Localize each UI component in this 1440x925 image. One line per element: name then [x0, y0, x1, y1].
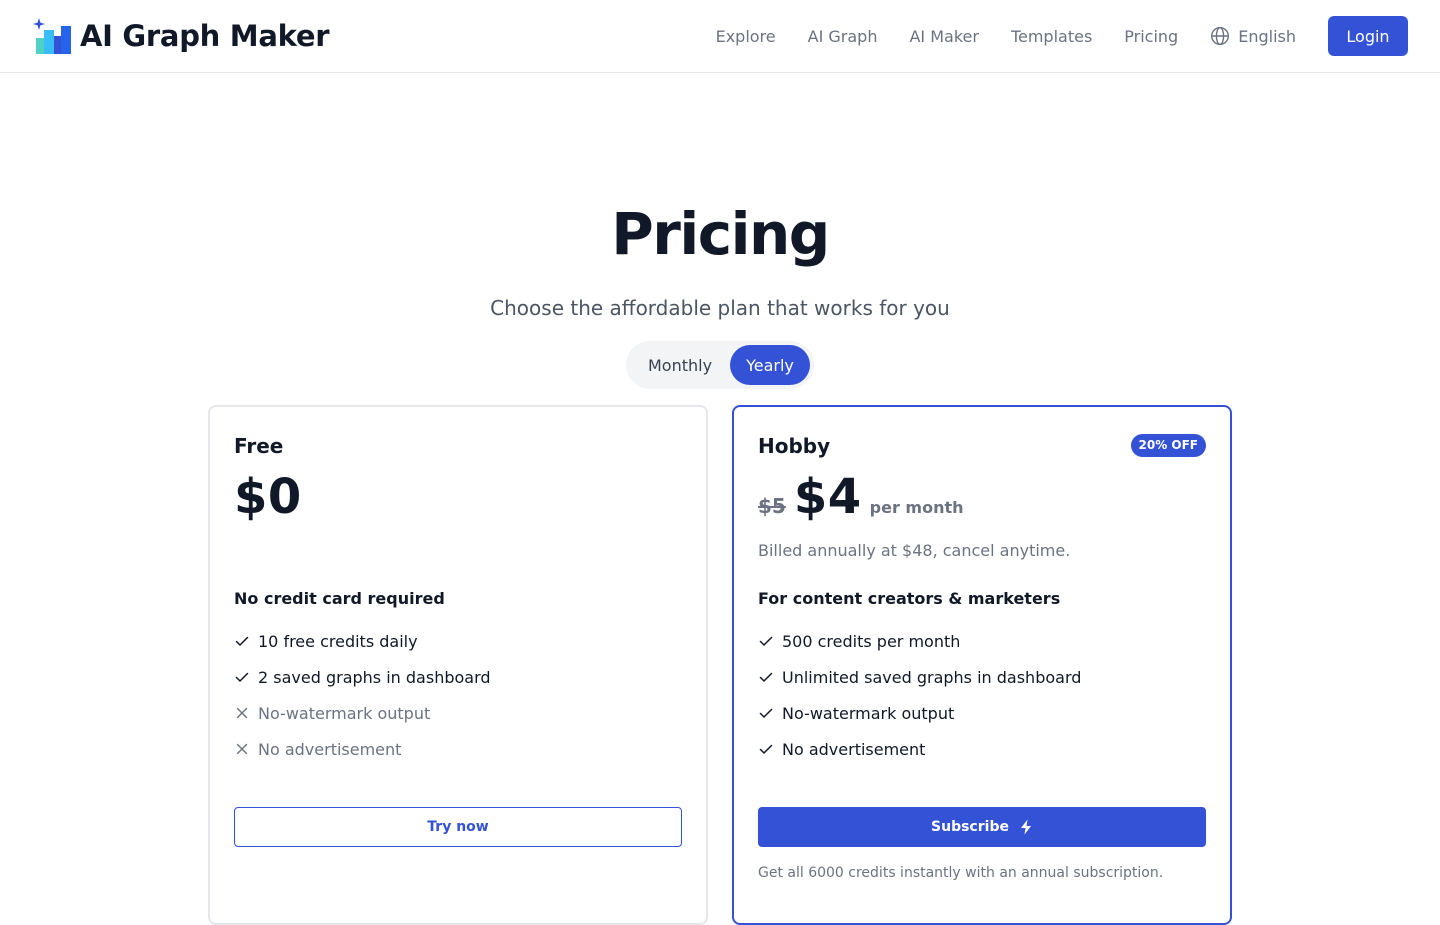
plan-name: Hobby [758, 434, 831, 458]
plan-card-free: Free $0 No credit card required 10 free … [208, 405, 708, 925]
feature-text: 10 free credits daily [258, 631, 418, 651]
feature-text: No advertisement [782, 739, 926, 759]
language-selector[interactable]: English [1210, 26, 1296, 46]
feature-item: Unlimited saved graphs in dashboard [758, 659, 1081, 695]
discount-badge: 20% OFF [1130, 434, 1206, 457]
x-icon [236, 707, 248, 719]
feature-text: No advertisement [258, 739, 402, 759]
billing-note: Billed annually at $48, cancel anytime. [758, 541, 1071, 560]
subscribe-button[interactable]: Subscribe [758, 807, 1206, 847]
brand-home-link[interactable]: AI Graph Maker [32, 16, 330, 56]
billing-period-toggle: Monthly Yearly [626, 341, 814, 389]
feature-item: No advertisement [234, 731, 491, 767]
subscribe-label: Subscribe [931, 819, 1009, 835]
main-nav: Explore AI Graph AI Maker Templates Pric… [684, 16, 1408, 56]
feature-text: 2 saved graphs in dashboard [258, 667, 491, 687]
globe-icon [1211, 26, 1230, 46]
feature-list: 500 credits per month Unlimited saved gr… [758, 623, 1081, 767]
plan-name: Free [234, 434, 284, 458]
feature-text: No-watermark output [258, 703, 431, 723]
feature-item: 2 saved graphs in dashboard [234, 659, 491, 695]
check-icon [759, 708, 773, 718]
x-icon [236, 743, 248, 755]
plan-price: $4 [793, 469, 862, 525]
brand-name: AI Graph Maker [80, 19, 330, 53]
plan-card-hobby: Hobby 20% OFF $5 $4 per month Billed ann… [732, 405, 1232, 925]
site-header: AI Graph Maker Explore AI Graph AI Maker… [0, 0, 1440, 73]
check-icon [235, 672, 249, 682]
nav-templates[interactable]: Templates [1011, 27, 1092, 46]
yearly-toggle-option[interactable]: Yearly [730, 345, 810, 385]
lightning-icon [1020, 819, 1031, 835]
feature-item: No-watermark output [758, 695, 1081, 731]
subscription-footnote: Get all 6000 credits instantly with an a… [758, 865, 1164, 881]
check-icon [759, 672, 773, 682]
billing-period-label: per month [869, 498, 964, 517]
check-icon [759, 636, 773, 646]
language-label: English [1238, 26, 1296, 46]
nav-ai-graph[interactable]: AI Graph [808, 27, 878, 46]
try-now-button[interactable]: Try now [234, 807, 682, 847]
page-title: Pricing [611, 200, 830, 268]
feature-list: 10 free credits daily 2 saved graphs in … [234, 623, 491, 767]
price-row: $0 [234, 469, 302, 525]
feature-item: 500 credits per month [758, 623, 1081, 659]
plan-tagline: No credit card required [234, 589, 445, 608]
check-icon [235, 636, 249, 646]
nav-pricing[interactable]: Pricing [1124, 27, 1178, 46]
bar-chart-sparkle-icon [33, 18, 71, 54]
feature-item: No-watermark output [234, 695, 491, 731]
feature-item: No advertisement [758, 731, 1081, 767]
page-subtitle: Choose the affordable plan that works fo… [490, 296, 950, 320]
nav-explore[interactable]: Explore [716, 27, 776, 46]
original-price: $5 [758, 494, 786, 518]
feature-text: 500 credits per month [782, 631, 961, 651]
feature-text: No-watermark output [782, 703, 955, 723]
price-row: $5 $4 per month [758, 469, 964, 525]
nav-ai-maker[interactable]: AI Maker [909, 27, 978, 46]
check-icon [759, 744, 773, 754]
monthly-toggle-option[interactable]: Monthly [630, 345, 730, 385]
plan-price: $0 [234, 469, 302, 525]
login-button[interactable]: Login [1328, 16, 1408, 56]
feature-text: Unlimited saved graphs in dashboard [782, 667, 1082, 687]
plan-tagline: For content creators & marketers [758, 589, 1061, 608]
feature-item: 10 free credits daily [234, 623, 491, 659]
try-now-label: Try now [427, 819, 489, 835]
